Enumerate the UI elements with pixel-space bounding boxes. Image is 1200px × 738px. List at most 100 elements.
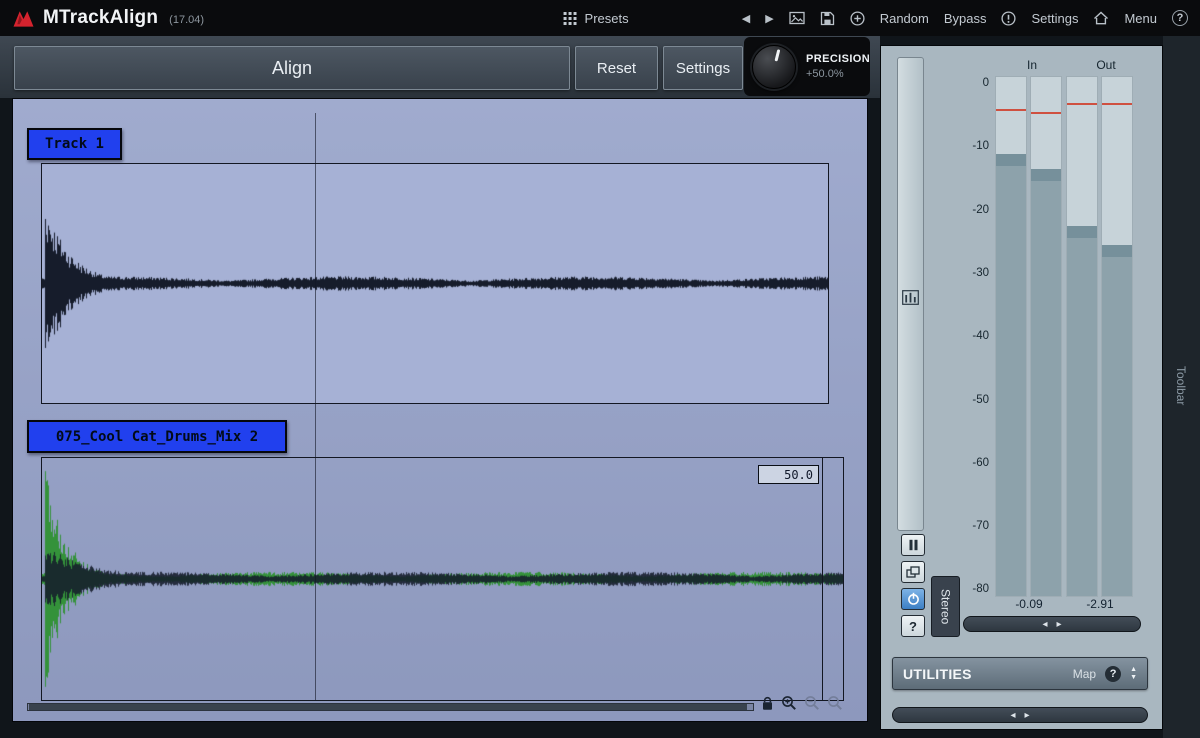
save-preset-button[interactable] [820,11,835,26]
alignment-editor: Track 1 075_Cool Cat_Drums_Mix 2 50.0 [12,98,868,722]
meter-fill-out-right [1102,245,1132,596]
meter-peak-in-right [1031,112,1061,114]
in-column-label: In [1012,58,1052,72]
timeline-scrollbar[interactable] [27,703,754,711]
home-button[interactable] [1093,11,1109,25]
align-button[interactable]: Align [14,46,570,90]
image-icon [789,11,805,25]
lock-zoom-icon[interactable] [761,696,774,711]
previous-preset-button[interactable]: ◀ [742,12,750,25]
db-scale-label: -10 [949,139,989,153]
utilities-header[interactable]: UTILITIES Map ? ▲ ▼ [892,657,1148,690]
alerts-button[interactable] [1001,11,1016,26]
precision-value: +50.0% [806,68,870,80]
reset-button[interactable]: Reset [575,46,658,90]
meter-bar-in-left[interactable] [995,76,1027,597]
zoom-tools [761,695,843,711]
meter-peak-out-right [1102,103,1132,105]
brand: MTrackAlign (17.04) [12,7,204,29]
track2-frame [41,457,844,701]
stepper-down-icon[interactable]: ▼ [1130,674,1137,681]
db-scale-label: -60 [949,456,989,470]
meter-bar-out-left[interactable] [1066,76,1098,597]
utilities-help-icon[interactable]: ? [1105,666,1121,682]
timeline-scroll-thumb[interactable] [29,704,747,710]
precision-labels: PRECISION +50.0% [806,53,870,80]
meter-mode-icon [902,290,919,305]
power-icon [907,592,920,606]
meter-bars [995,76,1135,597]
help-icon[interactable]: ? [1172,10,1188,26]
scroll-left-glyph: ◂ [1010,710,1015,721]
utilities-stepper[interactable]: ▲ ▼ [1130,666,1137,681]
db-scale-label: -40 [949,329,989,343]
db-scale-label: 0 [949,76,989,90]
meter-bar-in-right[interactable] [1030,76,1062,597]
meter-help-button[interactable]: ? [901,615,925,637]
meter-fill-in-right [1031,169,1061,596]
meter-hscrollbar[interactable]: ◂ ▸ [963,616,1141,632]
meter-popup-button[interactable] [901,561,925,583]
edge-strip: Toolbar [1163,36,1200,738]
next-preset-button[interactable]: ▶ [765,12,773,25]
scroll-right-glyph: ▸ [1057,619,1062,630]
topbar-actions: ◀ ▶ [742,10,1188,26]
presets-label: Presets [585,11,629,26]
track1-label[interactable]: Track 1 [27,128,122,160]
save-icon [820,11,835,26]
add-preset-button[interactable] [850,11,865,26]
precision-knob[interactable] [752,45,796,89]
screenshot-button[interactable] [789,11,805,25]
menu-button[interactable]: Menu [1124,11,1157,26]
meter-peak-out-left [1067,103,1097,105]
stepper-up-icon[interactable]: ▲ [1130,666,1137,673]
stereo-tab[interactable]: Stereo [931,576,960,637]
random-button[interactable]: Random [880,11,929,26]
playhead-line [315,113,316,701]
home-icon [1093,11,1109,25]
out-column-label: Out [1086,58,1126,72]
track1-frame [41,163,829,404]
meter-fill-in-left [996,154,1026,596]
presets-button[interactable]: Presets [564,0,629,36]
in-peak-value: -0.09 [995,597,1063,611]
meter-options-button[interactable] [901,290,920,308]
zoom-out-icon[interactable] [804,695,820,711]
knob-indicator [774,49,780,61]
top-bar: MTrackAlign (17.04) Presets ◀ ▶ [0,0,1200,36]
toolbar-collapsed-tab[interactable]: Toolbar [1174,366,1188,405]
db-scale-label: -30 [949,266,989,280]
melda-logo-icon[interactable] [12,9,35,28]
zoom-in-icon[interactable] [781,695,797,711]
track1-waveform[interactable] [42,164,828,403]
app-version: (17.04) [169,14,204,26]
out-peak-value: -2.91 [1066,597,1134,611]
mtrackalign-window: MTrackAlign (17.04) Presets ◀ ▶ [0,0,1200,738]
plus-circle-icon [850,11,865,26]
map-label[interactable]: Map [1073,667,1096,681]
bypass-button[interactable]: Bypass [944,11,987,26]
align-settings-button[interactable]: Settings [663,46,743,90]
pause-icon [908,539,919,551]
precision-label: PRECISION [806,53,870,65]
meter-bar-out-right[interactable] [1101,76,1133,597]
track2-waveform[interactable] [42,458,843,700]
meter-pause-button[interactable] [901,534,925,556]
app-title: MTrackAlign [43,7,158,29]
track2-label[interactable]: 075_Cool Cat_Drums_Mix 2 [27,420,287,453]
meter-enable-button[interactable] [901,588,925,610]
utilities-hscrollbar[interactable]: ◂ ▸ [892,707,1148,723]
offset-handle-divider[interactable] [822,458,823,700]
zoom-fit-icon[interactable] [827,695,843,711]
utilities-title: UTILITIES [903,666,1064,682]
global-settings-button[interactable]: Settings [1031,11,1078,26]
db-scale-label: -20 [949,203,989,217]
meter-range-slider[interactable] [897,57,924,531]
db-scale-label: -50 [949,393,989,407]
scroll-right-glyph: ▸ [1025,710,1030,721]
warning-icon [1001,11,1016,26]
presets-grid-icon [564,12,577,25]
offset-value-box[interactable]: 50.0 [758,465,819,484]
windows-icon [906,566,920,578]
meter-panel: In Out 0-10-20-30-40-50-60-70-80 -0.09 -… [880,45,1163,730]
